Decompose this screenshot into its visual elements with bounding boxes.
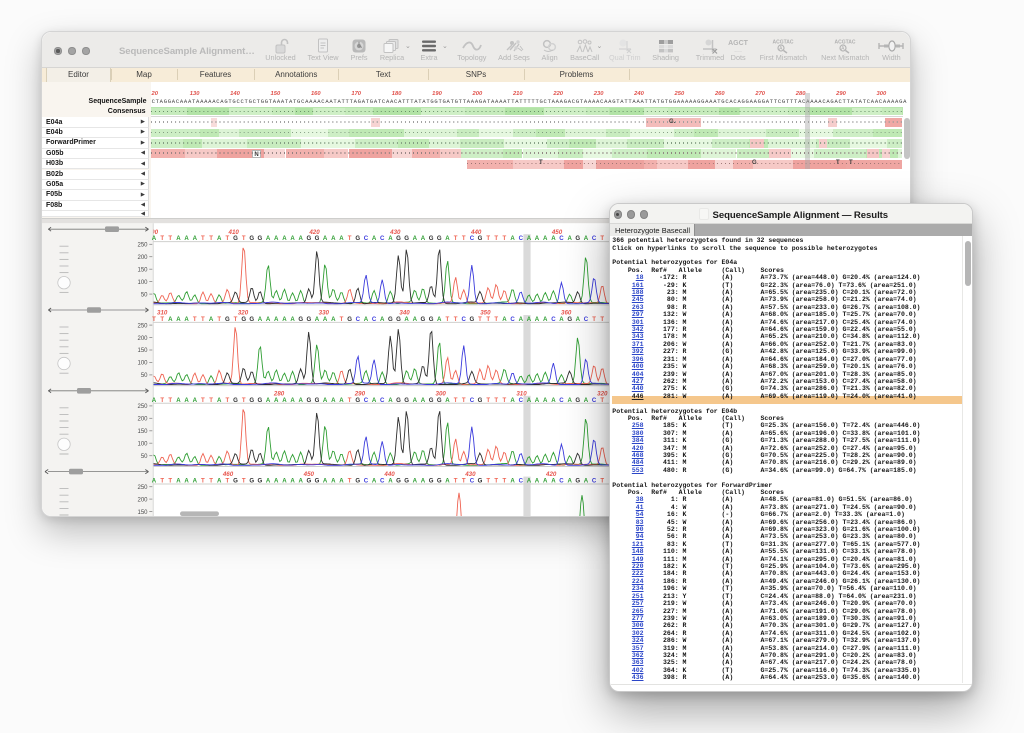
svg-text:200: 200 bbox=[137, 417, 148, 423]
svg-text:100: 100 bbox=[137, 280, 148, 286]
svg-text:150: 150 bbox=[137, 348, 148, 354]
svg-text:200: 200 bbox=[137, 497, 148, 503]
svg-text:50: 50 bbox=[141, 292, 148, 298]
svg-text:150: 150 bbox=[137, 510, 148, 516]
svg-text:150: 150 bbox=[137, 267, 148, 273]
svg-text:200: 200 bbox=[137, 336, 148, 342]
svg-text:250: 250 bbox=[137, 485, 148, 491]
svg-text:250: 250 bbox=[137, 243, 148, 249]
svg-text:100: 100 bbox=[137, 441, 148, 447]
svg-text:250: 250 bbox=[137, 323, 148, 329]
svg-text:250: 250 bbox=[137, 404, 148, 410]
svg-text:50: 50 bbox=[141, 454, 148, 460]
svg-text:150: 150 bbox=[137, 429, 148, 435]
svg-text:100: 100 bbox=[137, 361, 148, 367]
svg-text:ACGTAC: ACGTAC bbox=[773, 40, 794, 46]
svg-text:200: 200 bbox=[137, 255, 148, 261]
svg-text:50: 50 bbox=[141, 373, 148, 379]
